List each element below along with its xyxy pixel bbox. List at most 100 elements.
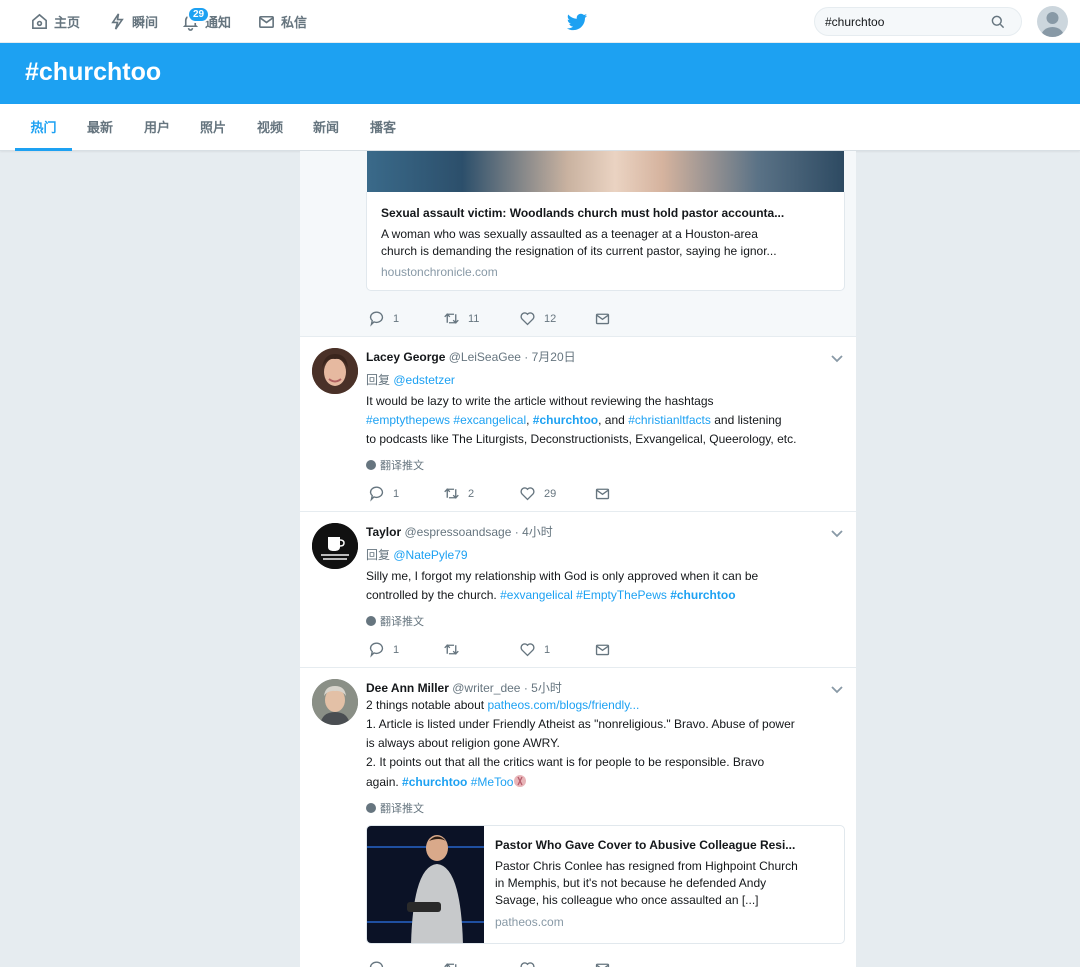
tab-latest[interactable]: 最新 [80, 104, 120, 151]
page-title: #churchtoo [25, 58, 162, 86]
dm-button[interactable] [594, 641, 611, 658]
envelope-icon [595, 963, 610, 967]
heart-icon [520, 487, 535, 501]
display-name[interactable]: Taylor [366, 525, 401, 539]
envelope-icon [595, 313, 610, 325]
translate-tweet[interactable]: 翻译推文 [366, 457, 424, 473]
user-avatar[interactable] [1037, 6, 1068, 37]
hashtag-link[interactable]: #EmptyThePews [576, 588, 667, 602]
tab-videos[interactable]: 视频 [250, 104, 290, 151]
dm-button[interactable] [594, 960, 611, 967]
tab-news[interactable]: 新闻 [306, 104, 346, 151]
avatar[interactable] [312, 679, 358, 725]
search-icon[interactable] [990, 14, 1006, 30]
reply-prefix: 回复 [366, 548, 391, 562]
hashtag-link[interactable]: #exvangelical [500, 588, 573, 602]
timestamp[interactable]: · 5小时 [524, 681, 562, 695]
tweet-actions: 1 11 12 [366, 310, 666, 330]
mention-link[interactable]: @edstetzer [393, 373, 455, 387]
link-card[interactable]: Sexual assault victim: Woodlands church … [366, 192, 845, 291]
like-button[interactable]: 12 [519, 310, 556, 327]
display-name[interactable]: Dee Ann Miller [366, 681, 449, 695]
handle[interactable]: @writer_dee [452, 681, 520, 695]
link-card[interactable]: Pastor Who Gave Cover to Abusive Colleag… [366, 825, 845, 944]
hashtag-link[interactable]: #churchtoo [402, 775, 467, 789]
tab-broadcasts[interactable]: 播客 [363, 104, 403, 151]
chevron-down-icon[interactable] [830, 351, 844, 365]
reply-button[interactable]: 1 [368, 641, 399, 658]
retweet-button[interactable]: 2 [443, 485, 474, 502]
tweet[interactable]: Taylor @espressoandsage · 4小时 回复 @NatePy… [300, 512, 856, 668]
envelope-icon [259, 15, 274, 29]
hashtag-link[interactable]: #christianltfacts [628, 413, 711, 427]
hashtag-link[interactable]: #excangelical [453, 413, 526, 427]
retweet-button[interactable] [443, 960, 460, 967]
like-button[interactable]: 1 [519, 641, 550, 658]
dm-button[interactable] [594, 310, 611, 327]
retweet-button[interactable]: 11 [443, 310, 479, 327]
nav-notifications[interactable]: 通知 29 [181, 0, 231, 43]
chevron-down-icon[interactable] [830, 682, 844, 696]
tab-photos[interactable]: 照片 [193, 104, 233, 151]
tweet-actions [366, 960, 666, 967]
reply-button[interactable] [368, 960, 385, 967]
tweet-text: It would be lazy to write the article wi… [366, 394, 714, 408]
nav-home-label: 主页 [54, 15, 81, 30]
tweet-text: controlled by the church. [366, 588, 497, 602]
search-tabs: 热门 最新 用户 照片 视频 新闻 播客 [0, 104, 1080, 151]
tab-top[interactable]: 热门 [15, 104, 72, 151]
like-button[interactable] [519, 960, 536, 967]
avatar[interactable] [312, 348, 358, 394]
timestamp[interactable]: · 4小时 [515, 525, 553, 539]
tweet-text: 2. It points out that all the critics wa… [366, 755, 765, 769]
like-button[interactable]: 29 [519, 485, 556, 502]
reply-button[interactable]: 1 [368, 310, 399, 327]
hashtag-link[interactable]: #MeToo [471, 775, 514, 789]
profile-photo [312, 348, 358, 394]
like-count: 1 [544, 643, 551, 656]
heart-icon [520, 962, 535, 967]
connector: , and [598, 413, 625, 427]
tweet[interactable]: Sexual assault victim: Woodlands church … [300, 151, 856, 337]
card-image[interactable] [367, 151, 844, 192]
chevron-down-icon[interactable] [830, 526, 844, 540]
translate-label: 翻译推文 [380, 803, 424, 815]
dm-button[interactable] [594, 485, 611, 502]
tweet-text: 2 things notable about [366, 698, 485, 712]
mention-link[interactable]: @NatePyle79 [393, 548, 467, 562]
translate-tweet[interactable]: 翻译推文 [366, 800, 424, 816]
avatar[interactable] [312, 523, 358, 569]
card-description: Pastor Chris Conlee has resigned from Hi… [495, 859, 798, 873]
hashtag-link[interactable]: #emptythepews [366, 413, 450, 427]
retweet-button[interactable] [443, 641, 468, 658]
nav-moments-label: 瞬间 [132, 15, 159, 30]
tweet-header: Lacey George @LeiSeaGee · 7月20日 [366, 348, 576, 365]
search-box[interactable] [814, 7, 1022, 36]
tweet-text: controlled by the church. #exvangelical … [366, 588, 736, 602]
reply-button[interactable]: 1 [368, 485, 399, 502]
search-input[interactable] [825, 14, 990, 29]
handle[interactable]: @espressoandsage [404, 525, 511, 539]
tab-people[interactable]: 用户 [137, 104, 177, 151]
reply-icon [369, 311, 384, 327]
hashtag-link[interactable]: #churchtoo [533, 413, 598, 427]
nav-messages-label: 私信 [281, 15, 308, 30]
reply-icon [369, 486, 384, 502]
nav-home[interactable]: 主页 [30, 0, 80, 43]
url-link[interactable]: patheos.com/blogs/friendly... [487, 698, 639, 712]
tweet[interactable]: Lacey George @LeiSeaGee · 7月20日 回复 @edst… [300, 337, 856, 512]
translate-tweet[interactable]: 翻译推文 [366, 613, 424, 629]
nav-messages[interactable]: 私信 [257, 0, 307, 43]
tweet-text: is always about religion gone AWRY. [366, 736, 560, 750]
tweet[interactable]: Dee Ann Miller @writer_dee · 5小时 2 thing… [300, 668, 856, 967]
display-name[interactable]: Lacey George [366, 350, 445, 364]
timeline: Sexual assault victim: Woodlands church … [300, 151, 856, 967]
timestamp[interactable]: · 7月20日 [524, 350, 575, 364]
twitter-bird-icon[interactable] [566, 11, 588, 33]
nav-moments[interactable]: 瞬间 [108, 0, 158, 43]
translate-label: 翻译推文 [380, 616, 424, 628]
globe-icon [366, 616, 376, 626]
handle[interactable]: @LeiSeaGee [449, 350, 521, 364]
hashtag-link[interactable]: #churchtoo [670, 588, 735, 602]
retweet-count: 2 [468, 487, 475, 500]
